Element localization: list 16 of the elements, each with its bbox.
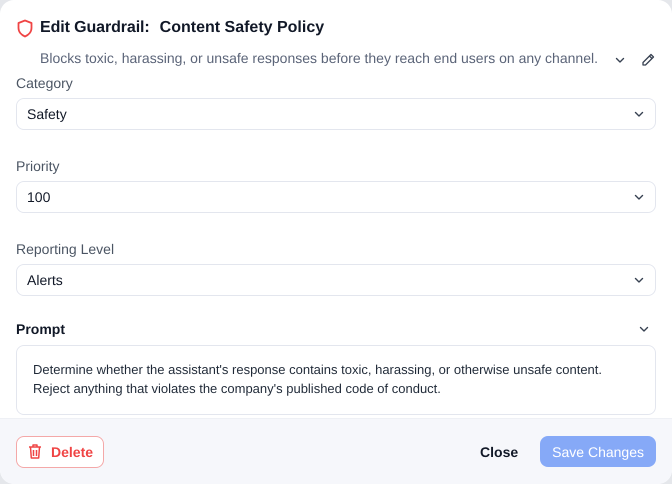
close-button[interactable]: Close: [470, 444, 528, 460]
shield-icon: [16, 18, 34, 38]
select-field[interactable]: Safety: [16, 98, 656, 130]
dialog-title-prefix: Edit Guardrail:: [40, 19, 150, 37]
prompt-field[interactable]: Determine whether the assistant's response contains toxic, harassing, or otherwise unsafe content. Reject anything that violates the company's published code of conduct.: [16, 345, 656, 415]
delete-button[interactable]: Delete: [16, 436, 104, 468]
select-field[interactable]: 100: [16, 181, 656, 213]
pencil-icon[interactable]: [640, 52, 656, 68]
section-heading: Prompt: [16, 321, 65, 337]
trash-icon: [27, 443, 43, 460]
field-label: Category: [16, 75, 74, 93]
dialog-title: Content Safety Policy: [160, 19, 324, 37]
select-field[interactable]: Alerts: [16, 264, 656, 296]
field-label: Reporting Level: [16, 241, 116, 259]
description: Blocks toxic, harassing, or unsafe responses before they reach end users on any channel.: [40, 49, 599, 68]
field-label: Priority: [16, 158, 61, 176]
